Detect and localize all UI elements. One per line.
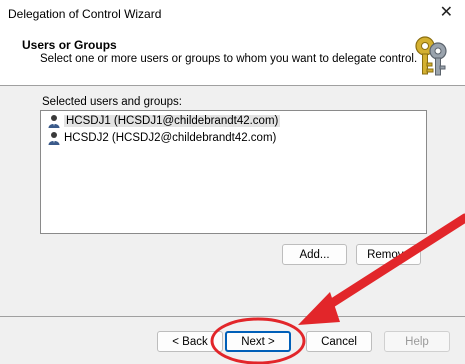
wizard-header: Users or Groups Select one or more users… — [0, 28, 465, 86]
add-button[interactable]: Add... — [282, 244, 347, 265]
window-title: Delegation of Control Wizard — [8, 7, 162, 21]
list-item[interactable]: HCSDJ1 (HCSDJ1@childebrandt42.com) — [47, 112, 281, 129]
help-button: Help — [384, 331, 450, 352]
remove-button[interactable]: Remove — [356, 244, 421, 265]
keys-icon — [415, 36, 447, 76]
list-item-label: HCSDJ2 (HCSDJ2@childebrandt42.com) — [64, 131, 277, 144]
list-item[interactable]: HCSDJ2 (HCSDJ2@childebrandt42.com) — [47, 129, 276, 146]
page-subtitle: Select one or more users or groups to wh… — [40, 53, 418, 65]
selected-users-label: Selected users and groups: — [42, 96, 183, 108]
list-item-label: HCSDJ1 (HCSDJ1@childebrandt42.com) — [64, 114, 281, 127]
footer-divider — [0, 316, 465, 317]
user-icon — [48, 114, 60, 128]
close-icon[interactable]: ✕ — [440, 4, 453, 22]
user-icon — [48, 131, 60, 145]
cancel-button[interactable]: Cancel — [306, 331, 372, 352]
annotation-arrow-head — [298, 292, 340, 325]
next-button[interactable]: Next > — [225, 331, 291, 352]
users-groups-listbox[interactable]: HCSDJ1 (HCSDJ1@childebrandt42.com) HCSDJ… — [40, 110, 427, 234]
page-title: Users or Groups — [22, 38, 117, 52]
back-button[interactable]: < Back — [157, 331, 223, 352]
title-bar: Delegation of Control Wizard ✕ — [0, 0, 465, 28]
